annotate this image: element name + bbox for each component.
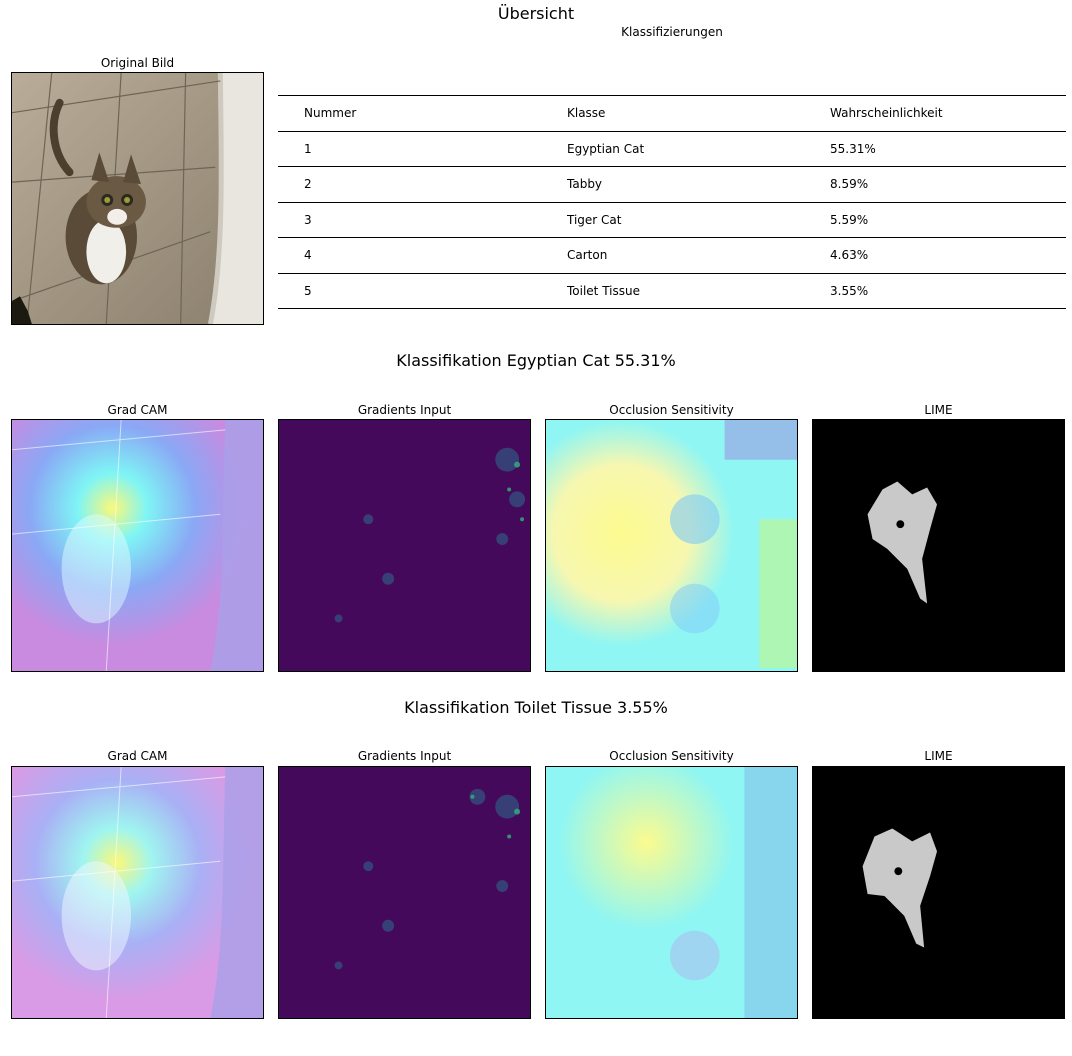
panel-title: Grad CAM xyxy=(107,403,168,417)
header-cell: Wahrscheinlichkeit xyxy=(830,106,943,120)
row-probability: 4.63% xyxy=(830,248,869,262)
table-row: 3 Tiger Cat 5.59% xyxy=(278,203,1066,238)
table-row: 4 Carton 4.63% xyxy=(278,238,1066,274)
table-row: 2 Tabby 8.59% xyxy=(278,167,1066,203)
row-class: Tabby xyxy=(567,177,603,191)
section-title: Klassifikation Toilet Tissue 3.55% xyxy=(404,698,668,717)
original-image-title: Original Bild xyxy=(100,56,175,70)
occlusion-sensitivity-map xyxy=(545,766,798,1019)
panel-title: Gradients Input xyxy=(357,749,452,763)
panel-title: LIME xyxy=(924,403,953,417)
row-class: Toilet Tissue xyxy=(567,283,640,298)
original-cat-image xyxy=(11,72,264,325)
panel-title: Occlusion Sensitivity xyxy=(609,749,734,763)
table-row: 1 Egyptian Cat 55.31% xyxy=(278,132,1066,167)
row-class: Egyptian Cat xyxy=(567,141,645,156)
figure-title: Übersicht xyxy=(497,4,575,23)
table-header-row: Nummer Klasse Wahrscheinlichkeit xyxy=(278,95,1066,132)
row-probability: 3.55% xyxy=(830,283,869,298)
panel-title: Occlusion Sensitivity xyxy=(609,403,734,417)
section-title: Klassifikation Egyptian Cat 55.31% xyxy=(396,351,676,370)
classification-table: Nummer Klasse Wahrscheinlichkeit 1 Egypt… xyxy=(278,95,1066,309)
row-number: 5 xyxy=(304,283,312,298)
header-cell: Nummer xyxy=(304,106,357,120)
row-class: Tiger Cat xyxy=(567,212,622,227)
panel-title: Grad CAM xyxy=(107,749,168,763)
lime-mask xyxy=(812,419,1065,672)
gradcam-heatmap xyxy=(11,766,264,1019)
table-title: Klassifizierungen xyxy=(621,25,723,39)
occlusion-sensitivity-map xyxy=(545,419,798,672)
header-cell: Klasse xyxy=(567,106,606,120)
panel-title: Gradients Input xyxy=(357,403,452,417)
gradcam-heatmap xyxy=(11,419,264,672)
table-row: 5 Toilet Tissue 3.55% xyxy=(278,274,1066,309)
gradients-input-map xyxy=(278,766,531,1019)
row-number: 4 xyxy=(304,248,312,262)
row-probability: 55.31% xyxy=(830,141,876,156)
row-number: 1 xyxy=(304,141,312,156)
row-probability: 5.59% xyxy=(830,212,869,227)
lime-mask xyxy=(812,766,1065,1019)
row-number: 3 xyxy=(304,212,312,227)
row-class: Carton xyxy=(567,248,608,262)
row-number: 2 xyxy=(304,177,312,191)
row-probability: 8.59% xyxy=(830,177,869,191)
gradients-input-map xyxy=(278,419,531,672)
panel-title: LIME xyxy=(924,749,953,763)
